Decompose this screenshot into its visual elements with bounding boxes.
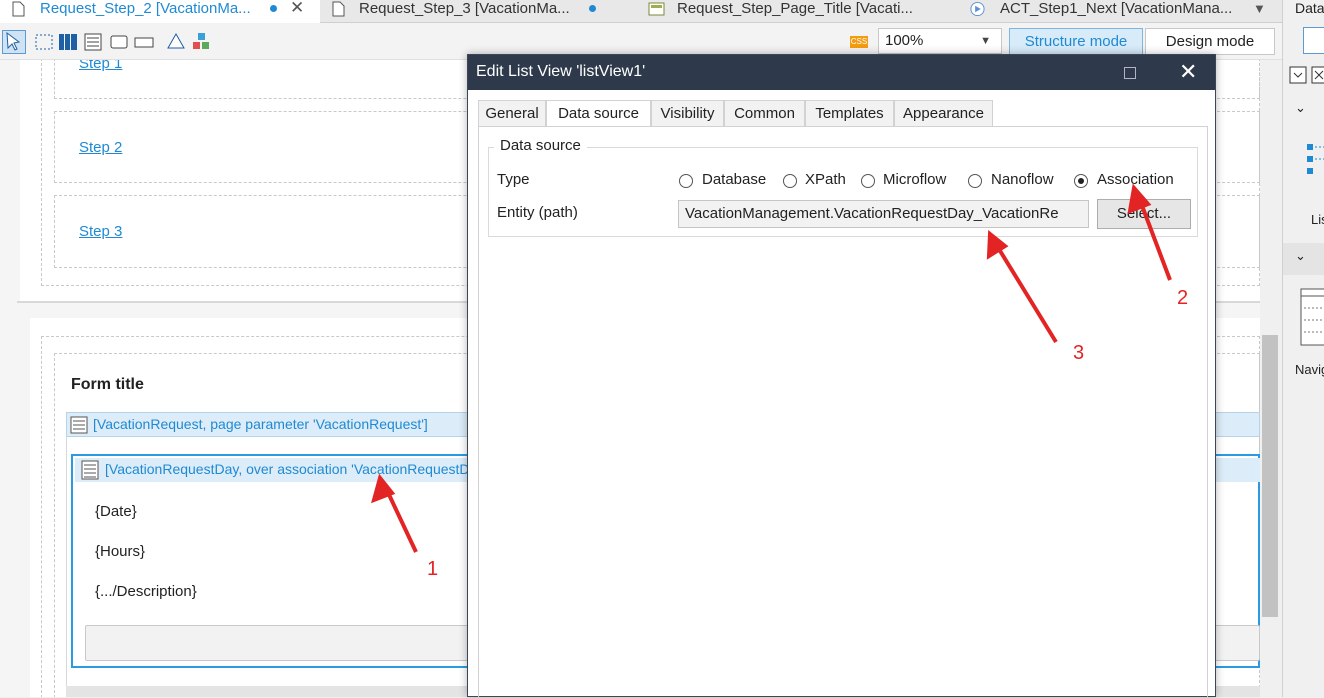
annotation-layer [371, 183, 1172, 553]
annotation-arrow-1 [371, 473, 418, 553]
annotation-arrow-3 [986, 229, 1058, 344]
annotation-label-1: 1 [427, 558, 439, 580]
annotation-label-2: 2 [1177, 287, 1189, 309]
annotation-arrow-2 [1127, 183, 1172, 281]
annotation-label-3: 3 [1073, 342, 1085, 364]
